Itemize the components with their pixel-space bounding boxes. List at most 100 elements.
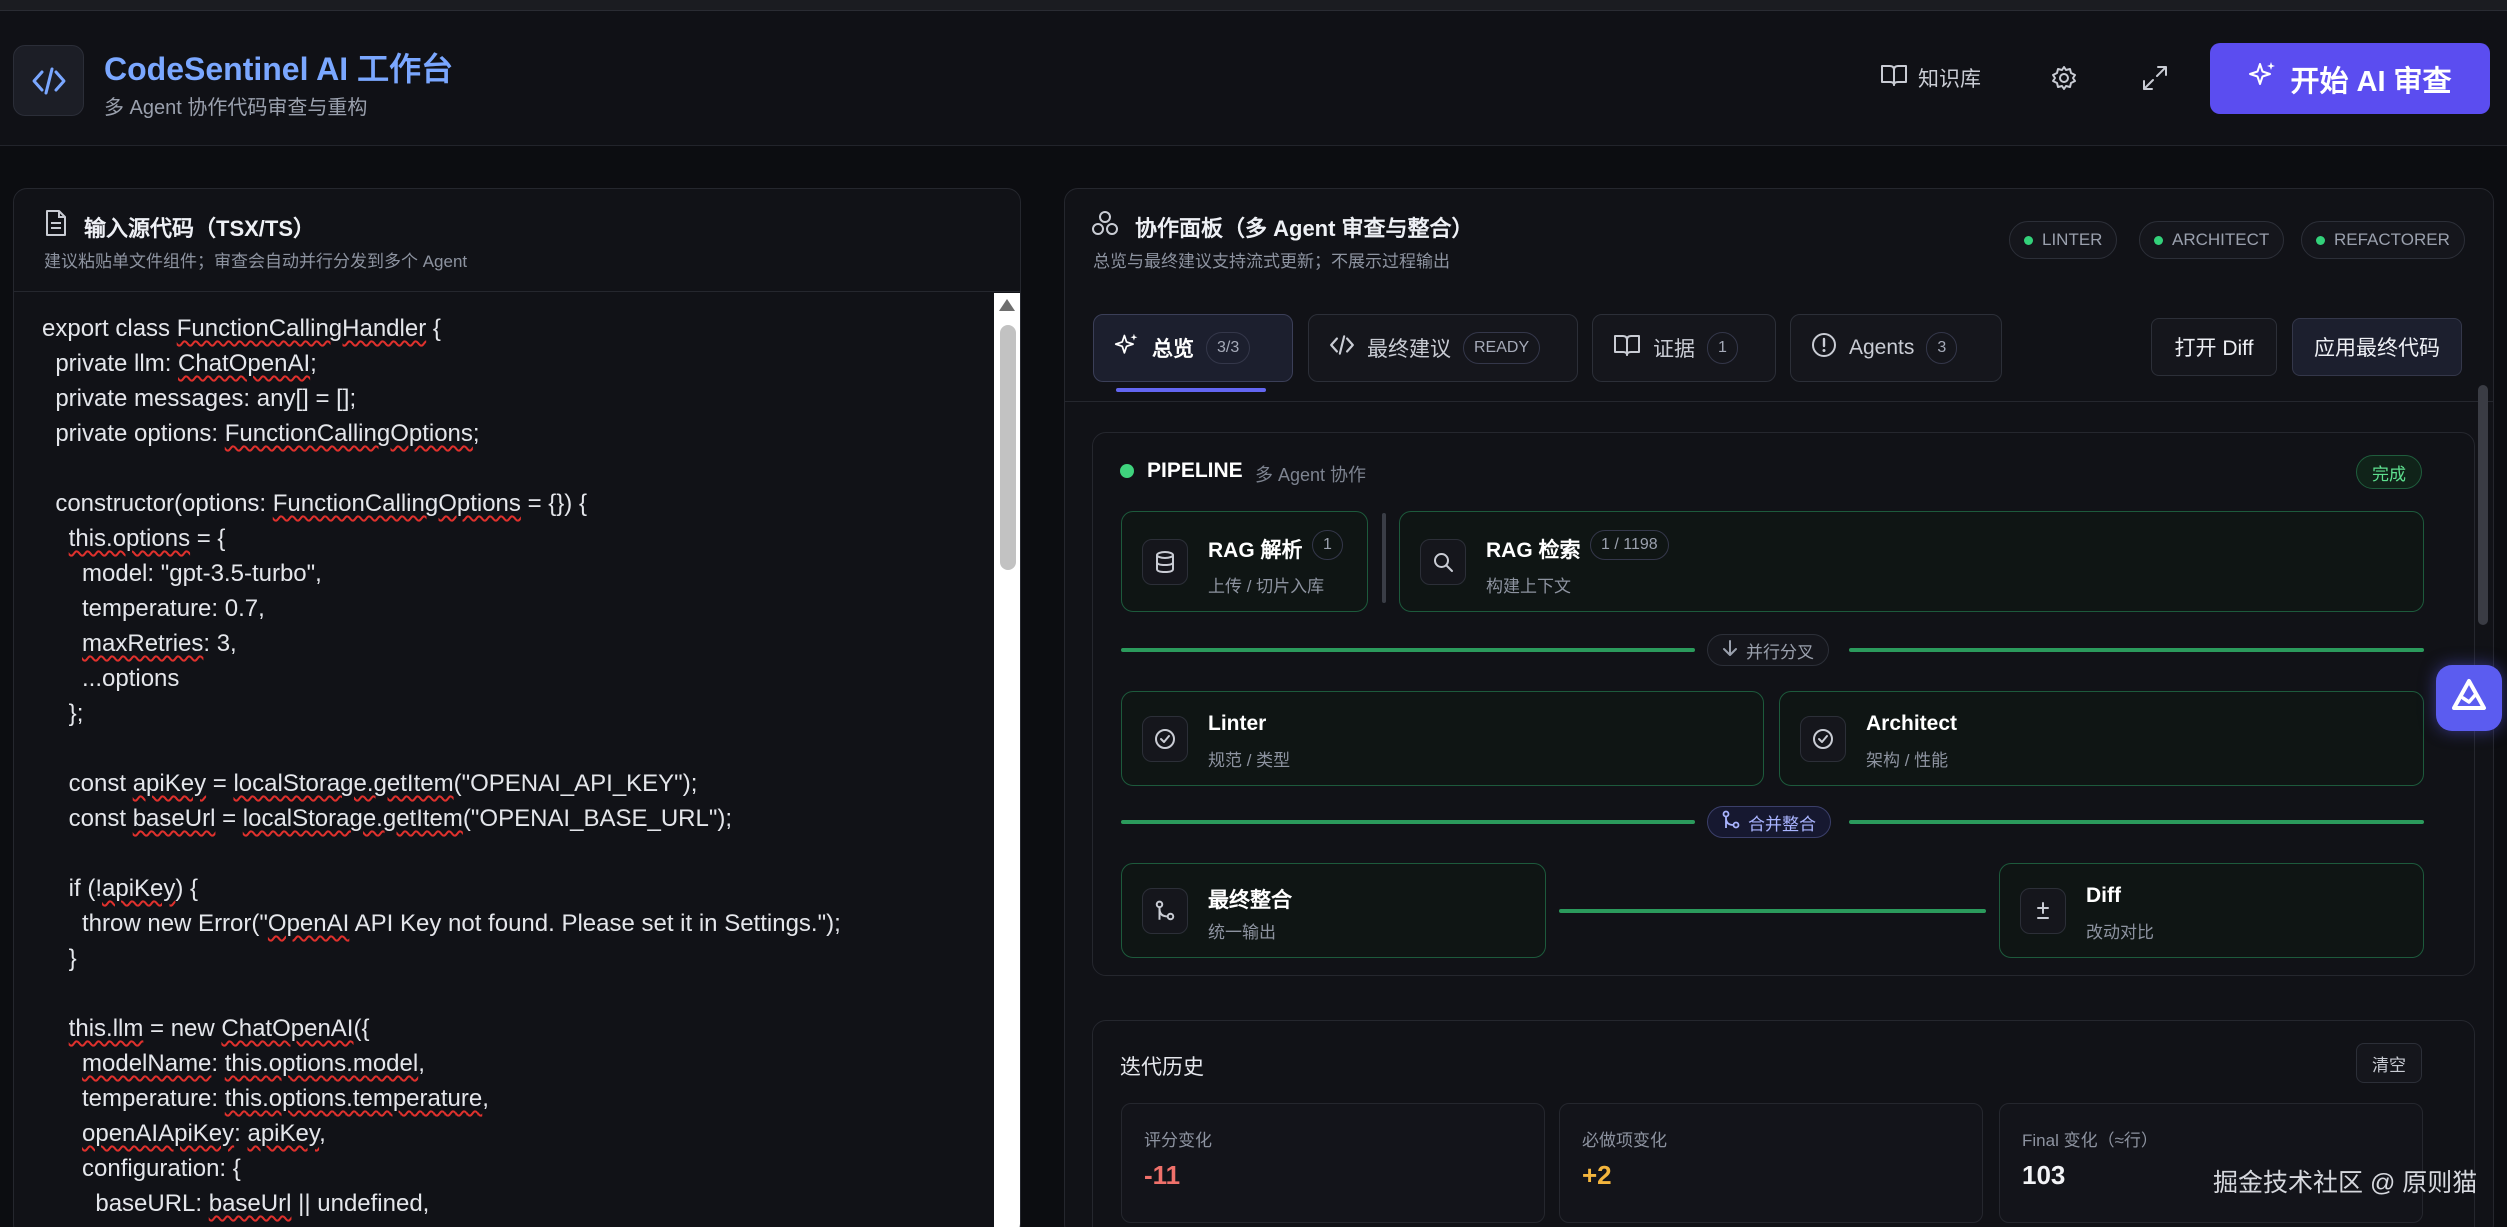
pipeline-connector [1121, 648, 1695, 652]
code-line: baseURL: baseUrl || undefined, [42, 1190, 430, 1217]
code-line: const apiKey = localStorage.getItem("OPE… [42, 770, 698, 797]
code-line: if (!apiKey) { [42, 875, 199, 902]
app-header: CodeSentinel AI 工作台 多 Agent 协作代码审查与重构 知识… [0, 11, 2507, 146]
code-line: const baseUrl = localStorage.getItem("OP… [42, 805, 733, 832]
open-diff-button[interactable]: 打开 Diff [2151, 318, 2277, 376]
pipeline-card: PIPELINE 多 Agent 协作 完成 RAG 解析 1 上传 / 切片入… [1092, 432, 2475, 976]
code-line: maxRetries: 3, [82, 630, 237, 657]
node-diff[interactable]: Diff 改动对比 [1999, 863, 2424, 958]
agent-chip-linter: LINTER [2009, 221, 2118, 259]
node-subtitle: 架构 / 性能 [1866, 751, 1949, 770]
code-line: model: "gpt-3.5-turbo", [42, 560, 322, 587]
node-title: RAG 解析 [1208, 539, 1303, 562]
tab-evidence[interactable]: 证据 1 [1592, 314, 1776, 382]
start-review-label: 开始 AI 审查 [2290, 65, 2452, 98]
node-architect[interactable]: Architect 架构 / 性能 [1779, 691, 2424, 786]
git-merge-icon [1722, 810, 1740, 835]
tab-agents[interactable]: Agents 3 [1790, 314, 2002, 382]
expand-icon[interactable] [2138, 61, 2172, 95]
stat-label: Final 变化（≈行） [2022, 1131, 2158, 1150]
code-line: private options: FunctionCallingOptions; [42, 420, 480, 447]
settings-gear-icon[interactable] [2047, 61, 2081, 95]
node-title: Diff [2086, 884, 2121, 907]
active-tab-indicator [1116, 388, 1266, 392]
floating-assistant-button[interactable] [2436, 665, 2502, 731]
stat-label: 评分变化 [1144, 1131, 1212, 1150]
node-separator [1382, 513, 1386, 603]
code-icon [1329, 334, 1355, 362]
node-title: 最终整合 [1208, 889, 1292, 912]
node-subtitle: 统一输出 [1208, 923, 1276, 942]
status-dot-icon [2024, 235, 2033, 245]
knowledge-base-link[interactable]: 知识库 [1880, 63, 1981, 93]
scroll-up-arrow-icon[interactable] [999, 299, 1015, 311]
code-line: }; [42, 700, 84, 727]
clear-history-button[interactable]: 清空 [2356, 1043, 2422, 1083]
node-subtitle: 上传 / 切片入库 [1208, 577, 1325, 596]
pipeline-connector [1559, 909, 1986, 913]
tab-overview[interactable]: 总览 3/3 [1093, 314, 1293, 382]
history-title: 迭代历史 [1120, 1056, 1204, 1079]
node-subtitle: 规范 / 类型 [1208, 751, 1291, 770]
stat-required-change: 必做项变化 +2 [1559, 1103, 1983, 1223]
stat-label: 必做项变化 [1582, 1131, 1667, 1150]
collaboration-panel: 协作面板（多 Agent 审查与整合） 总览与最终建议支持流式更新；不展示过程输… [1064, 188, 2494, 1227]
node-rag-search[interactable]: RAG 检索 1 / 1198 构建上下文 [1399, 511, 2424, 612]
code-line: ...options [42, 665, 180, 692]
code-editor[interactable]: export class FunctionCallingHandler { pr… [14, 293, 994, 1227]
search-icon [1420, 539, 1466, 585]
code-line: this.options = { [68, 525, 226, 552]
node-title: RAG 检索 [1486, 539, 1581, 562]
node-rag-parse[interactable]: RAG 解析 1 上传 / 切片入库 [1121, 511, 1368, 612]
code-line: private llm: ChatOpenAI; [42, 350, 317, 377]
app-title: CodeSentinel AI 工作台 [104, 51, 454, 87]
check-circle-icon [1142, 716, 1188, 762]
file-text-icon [44, 209, 68, 242]
status-dot-icon [2316, 235, 2325, 245]
sparkles-icon [1114, 332, 1140, 364]
app-subtitle: 多 Agent 协作代码审查与重构 [104, 97, 368, 119]
stat-value: 103 [2022, 1160, 2066, 1190]
node-badge: 1 [1312, 530, 1343, 560]
stat-value: +2 [1582, 1160, 1612, 1190]
code-line: constructor(options: FunctionCallingOpti… [42, 490, 587, 517]
status-dot-icon [2154, 235, 2163, 245]
pipeline-status-badge: 完成 [2356, 455, 2422, 489]
window-top-strip [0, 0, 2507, 11]
code-line: configuration: { [42, 1155, 241, 1182]
agents-cluster-icon [1091, 209, 1119, 242]
source-code-header: 输入源代码（TSX/TS） 建议粘贴单文件组件；审查会自动并行分发到多个 Age… [14, 189, 1020, 292]
node-subtitle: 构建上下文 [1486, 577, 1571, 596]
tabs-divider [1065, 401, 2493, 402]
agent-chip-architect: ARCHITECT [2139, 221, 2285, 259]
start-review-button[interactable]: 开始 AI 审查 [2210, 43, 2490, 114]
apply-final-code-button[interactable]: 应用最终代码 [2292, 318, 2462, 376]
panel-scrollbar-thumb[interactable] [2478, 385, 2488, 625]
code-scrollbar-thumb[interactable] [1000, 325, 1016, 570]
tab-badge: READY [1463, 332, 1541, 364]
code-line: throw new Error("OpenAI API Key not foun… [42, 910, 841, 937]
tab-final-suggestion[interactable]: 最终建议 READY [1308, 314, 1578, 382]
pipeline-connector [1849, 648, 2424, 652]
pipeline-connector [1121, 820, 1695, 824]
node-title: Linter [1208, 712, 1267, 735]
tab-badge: 1 [1707, 332, 1738, 364]
book-open-icon [1613, 333, 1641, 363]
code-line: temperature: 0.7, [42, 595, 265, 622]
node-final-merge[interactable]: 最终整合 统一输出 [1121, 863, 1546, 958]
sparkles-icon [2248, 60, 2278, 98]
code-line: } [42, 945, 77, 972]
code-line: private messages: any[] = []; [42, 385, 357, 412]
merge-pill: 合并整合 [1707, 806, 1831, 838]
code-line: temperature: this.options.temperature, [42, 1085, 489, 1112]
node-linter[interactable]: Linter 规范 / 类型 [1121, 691, 1764, 786]
node-badge: 1 / 1198 [1590, 530, 1669, 560]
node-subtitle: 改动对比 [2086, 923, 2154, 942]
code-line: openAIApiKey: apiKey, [82, 1120, 326, 1147]
assistant-sparkle-icon [2449, 676, 2489, 721]
git-merge-icon [1142, 888, 1188, 934]
source-code-subtitle: 建议粘贴单文件组件；审查会自动并行分发到多个 Agent [44, 252, 468, 271]
